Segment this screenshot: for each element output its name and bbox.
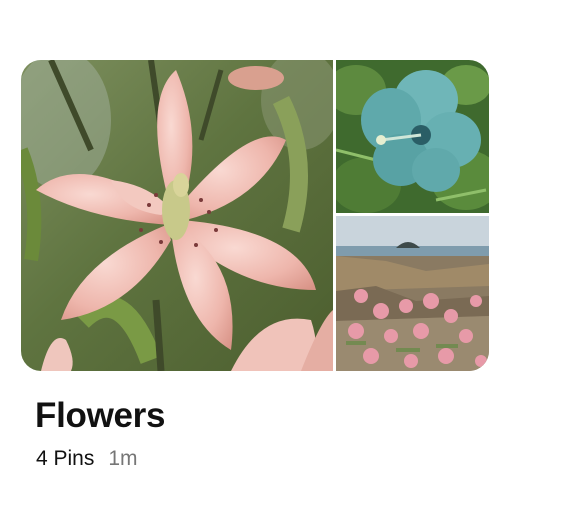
coastal-thrift-image [336,216,489,371]
pin-count: 4 Pins [36,447,95,470]
blue-hibiscus-image [336,60,489,213]
pink-lily-image [21,60,333,371]
board-meta: 4 Pins 1m [36,447,138,471]
board-card-flowers[interactable]: Flowers 4 Pins 1m [21,60,489,470]
board-title: Flowers [35,396,166,435]
board-cover[interactable] [21,60,489,371]
last-updated: 1m [108,447,138,470]
